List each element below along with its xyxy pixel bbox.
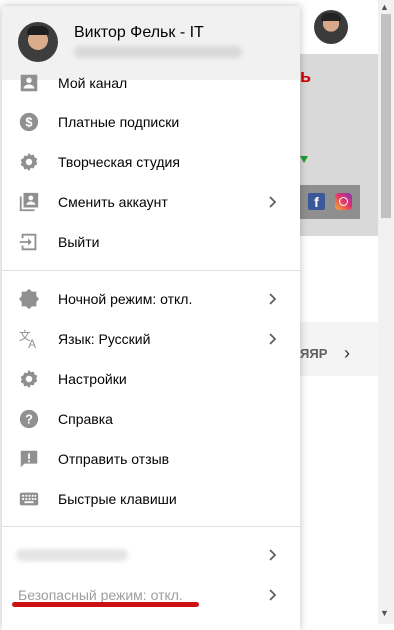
menu-item-keyboard-shortcuts[interactable]: Быстрые клавиши <box>2 479 300 519</box>
menu-item-label: Быстрые клавиши <box>58 491 177 507</box>
menu-item-label: Выйти <box>58 234 100 250</box>
chevron-right-icon <box>264 329 282 349</box>
highlight-underline <box>12 602 199 607</box>
switch-account-icon <box>18 191 40 213</box>
menu-item-creator-studio[interactable]: Творческая студия <box>2 142 300 182</box>
menu-item-night-mode[interactable]: Ночной режим: откл. <box>2 279 300 319</box>
blurred-location-label <box>16 549 128 561</box>
account-email-blurred <box>74 46 242 58</box>
menu-item-label: Платные подписки <box>58 114 180 130</box>
menu-item-location[interactable] <box>2 535 300 575</box>
menu-item-send-feedback[interactable]: Отправить отзыв <box>2 439 300 479</box>
chevron-right-icon <box>264 289 282 309</box>
menu-item-help[interactable]: ? Справка <box>2 399 300 439</box>
help-icon: ? <box>18 408 40 430</box>
menu-item-restricted-mode[interactable]: Безопасный режим: откл. <box>2 575 300 615</box>
banner-red-glyph: ь <box>300 66 312 86</box>
keyboard-icon <box>18 488 40 510</box>
menu-item-label: Безопасный режим: откл. <box>18 587 183 603</box>
section-popular-label[interactable]: ЯЯР <box>300 346 327 361</box>
chevron-right-icon <box>264 585 282 605</box>
logout-icon <box>18 231 40 253</box>
menu-item-label: Справка <box>58 411 113 427</box>
top-bar-avatar[interactable] <box>314 10 348 44</box>
menu-item-sign-out[interactable]: Выйти <box>2 222 300 262</box>
feedback-icon <box>18 448 40 470</box>
chevron-right-icon <box>264 192 282 212</box>
menu-item-language[interactable]: 文A Язык: Русский <box>2 319 300 359</box>
scrollbar-thumb[interactable] <box>381 14 391 218</box>
facebook-icon[interactable]: f <box>308 193 325 210</box>
menu-item-label: Ночной режим: откл. <box>58 291 193 307</box>
menu-item-label: Настройки <box>58 371 127 387</box>
chevron-right-icon <box>264 545 282 565</box>
menu-item-my-channel[interactable]: Мой канал <box>2 63 300 103</box>
account-avatar <box>18 22 58 62</box>
svg-text:?: ? <box>25 412 33 427</box>
account-name: Виктор Фельк - IT <box>74 24 204 41</box>
menu-item-switch-account[interactable]: Сменить аккаунт <box>2 182 300 222</box>
gear-icon <box>18 151 40 173</box>
menu-item-label: Язык: Русский <box>58 331 151 347</box>
banner-green-mark <box>300 156 308 163</box>
gear-icon <box>18 368 40 390</box>
svg-text:A: A <box>28 337 36 350</box>
svg-text:$: $ <box>25 115 32 130</box>
scroll-down-arrow-icon[interactable]: ▼ <box>380 608 389 618</box>
menu-item-label: Мой канал <box>58 75 128 91</box>
account-menu: Виктор Фельк - IT Мой канал $ Платные по… <box>2 6 300 630</box>
menu-item-label: Сменить аккаунт <box>58 194 168 210</box>
menu-divider <box>2 270 300 271</box>
person-icon <box>18 72 40 94</box>
menu-item-label: Творческая студия <box>58 154 180 170</box>
menu-item-settings[interactable]: Настройки <box>2 359 300 399</box>
menu-divider <box>2 526 300 527</box>
translate-icon: 文A <box>18 328 40 350</box>
menu-item-paid-subscriptions[interactable]: $ Платные подписки <box>2 102 300 142</box>
chevron-right-icon[interactable]: › <box>344 343 350 364</box>
dollar-icon: $ <box>18 111 40 133</box>
night-mode-icon <box>18 288 40 310</box>
scroll-up-arrow-icon[interactable]: ▲ <box>380 2 389 12</box>
instagram-icon[interactable] <box>335 193 352 210</box>
menu-item-label: Отправить отзыв <box>58 451 170 467</box>
